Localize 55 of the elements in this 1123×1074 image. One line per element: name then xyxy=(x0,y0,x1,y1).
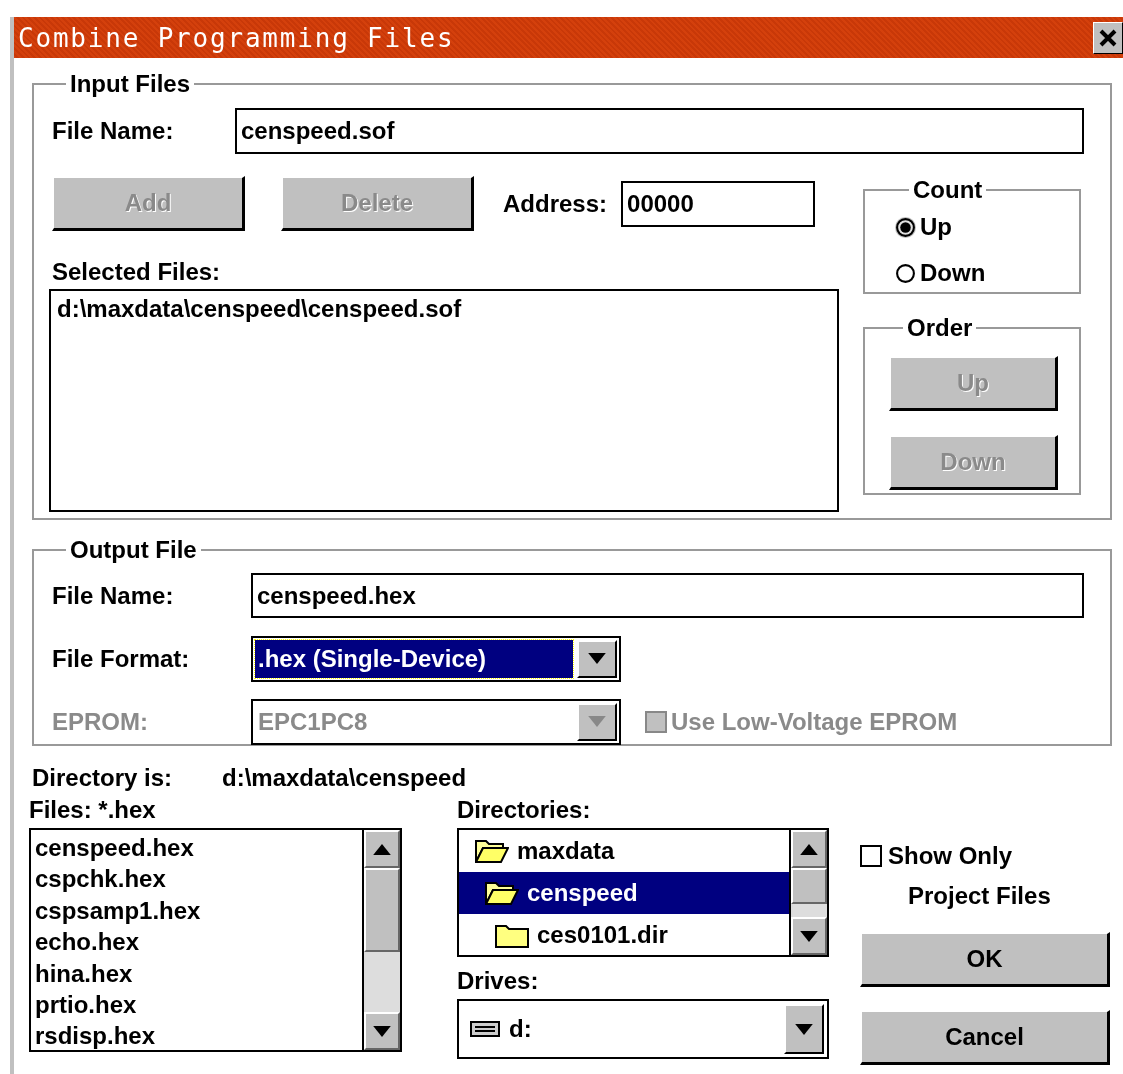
down-arrow-icon xyxy=(795,1023,813,1035)
field-label: File Name: xyxy=(52,581,175,610)
dropdown[interactable]: .hex (Single-Device) xyxy=(251,635,621,682)
directory-label: Directory is: xyxy=(32,764,174,792)
scroll-bar[interactable] xyxy=(362,830,400,1050)
drive-dropdown[interactable]: d: xyxy=(457,999,829,1059)
up-arrow-icon xyxy=(800,843,818,855)
radio-option[interactable]: Up xyxy=(895,204,1079,250)
list-item[interactable]: echo.hex xyxy=(35,926,358,958)
radio-button[interactable] xyxy=(895,262,916,284)
radio-button[interactable] xyxy=(895,216,916,238)
list-item[interactable]: cspchk.hex xyxy=(35,863,358,895)
ok-button[interactable]: OK xyxy=(860,932,1110,987)
field-label: File Format: xyxy=(52,644,191,673)
list-label: Directories: xyxy=(457,795,592,825)
down-arrow-icon xyxy=(800,930,818,942)
group-legend: Order xyxy=(903,314,977,342)
down-arrow-icon xyxy=(588,716,606,727)
input-field[interactable]: censpeed.sof xyxy=(235,108,1084,154)
list-item[interactable]: hina.hex xyxy=(35,957,358,990)
group-legend: Count xyxy=(909,176,987,204)
scroll-bar[interactable] xyxy=(789,830,827,955)
radio-option[interactable]: Down xyxy=(895,250,1079,296)
list-label: Selected Files: xyxy=(52,258,222,286)
field-label: File Name: xyxy=(52,117,175,145)
drive-icon xyxy=(470,1021,500,1037)
list-item[interactable]: d:\maxdata\censpeed\censpeed.sof xyxy=(57,293,831,324)
checkbox[interactable]: Show Only xyxy=(860,842,1110,870)
close-icon xyxy=(1098,27,1118,48)
open-folder-icon xyxy=(475,838,509,864)
input-field[interactable]: 00000 xyxy=(621,180,816,227)
group-legend: Output File xyxy=(66,536,201,564)
input-field[interactable]: censpeed.hex xyxy=(251,573,1084,618)
field-label: EPROM: xyxy=(52,707,149,736)
list-item[interactable]: cspsamp1.hex xyxy=(35,894,358,927)
close-button[interactable] xyxy=(1093,21,1123,54)
list-label: Drives: xyxy=(457,966,540,996)
checkbox-label: Project Files xyxy=(908,882,1052,910)
directory-item[interactable]: maxdata xyxy=(459,830,789,872)
window-title: Combine Programming Files xyxy=(18,22,455,53)
open-folder-icon xyxy=(485,880,519,906)
list-item[interactable]: censpeed.hex xyxy=(35,832,358,864)
list-item[interactable]: prtio.hex xyxy=(35,989,358,1021)
list-label: Files: *.hex xyxy=(29,795,157,825)
directory-path: d:\maxdata\censpeed xyxy=(222,764,467,792)
directory-item[interactable]: ces0101.dir xyxy=(459,914,789,955)
down-arrow-icon xyxy=(588,653,606,664)
up-arrow-icon xyxy=(373,843,391,855)
field-label: Address: xyxy=(503,189,608,218)
group-legend: Input Files xyxy=(66,70,194,98)
cancel-button[interactable]: Cancel xyxy=(860,1010,1110,1065)
list-item[interactable]: rsdisp.hex xyxy=(35,1020,358,1050)
folder-icon xyxy=(495,922,529,948)
down-arrow-icon xyxy=(373,1025,391,1037)
directory-item[interactable]: censpeed xyxy=(459,872,789,914)
